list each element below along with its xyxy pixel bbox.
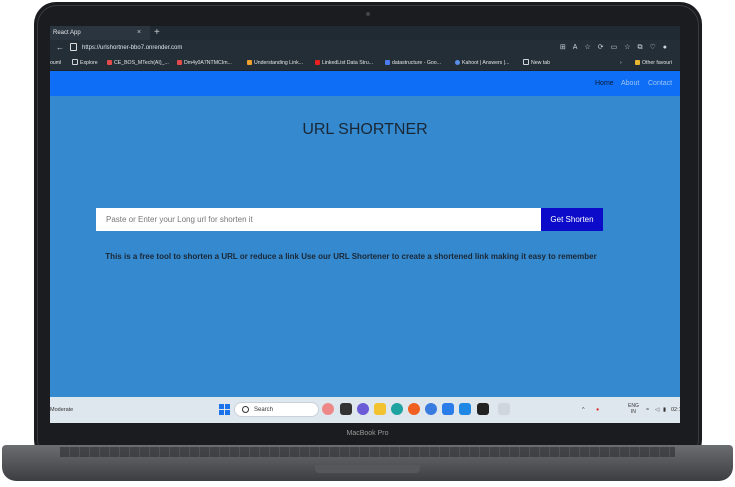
nav-about[interactable]: About (621, 71, 639, 96)
url-field[interactable]: https://urlshortner-bbo7.onrender.com (82, 40, 182, 56)
tool-description: This is a free tool to shorten a URL or … (105, 252, 597, 261)
get-shorten-button[interactable]: Get Shorten (541, 208, 603, 231)
bookmark-item[interactable]: New tab (523, 56, 550, 70)
chat-icon[interactable] (357, 403, 369, 415)
bookmark-item[interactable]: datastructure - Goo... (385, 56, 441, 70)
device-brand: MacBook Pro (346, 430, 389, 437)
weather-widget[interactable]: Moderate (50, 397, 73, 423)
task-view-icon[interactable] (340, 403, 352, 415)
chevron-up-icon[interactable]: ^ (582, 397, 585, 423)
bookmark-item[interactable]: ouml (50, 56, 61, 70)
site-icon (247, 60, 252, 65)
new-tab-button[interactable]: + (154, 26, 160, 39)
windows-start-icon[interactable] (219, 404, 230, 415)
language-indicator[interactable]: ENG IN (628, 403, 639, 415)
wifi-icon[interactable]: ≈ (646, 397, 649, 423)
youtube-icon (315, 60, 320, 65)
site-navbar: Home About Contact (50, 71, 680, 96)
file-explorer-icon[interactable] (374, 403, 386, 415)
bookmark-item[interactable]: Explore (72, 56, 98, 70)
vscode-icon[interactable] (459, 403, 471, 415)
pdf-icon (177, 60, 182, 65)
back-arrow-icon[interactable]: ← (56, 40, 64, 56)
browser-toolbar-icons[interactable]: ⊞A☆⟳▭☆⧉♡● (560, 40, 674, 56)
teams-icon[interactable] (442, 403, 454, 415)
browser-tab-strip: React App × + (50, 26, 680, 40)
search-label: Search (254, 407, 274, 413)
page-title: URL SHORTNER (302, 121, 428, 138)
close-tab-icon[interactable]: × (137, 26, 141, 40)
site-icon (455, 60, 460, 65)
nav-home[interactable]: Home (595, 71, 614, 96)
browser-tab[interactable]: React App × (50, 26, 150, 40)
nav-contact[interactable]: Contact (648, 71, 672, 96)
bookmarks-bar: ouml Explore CE_BOS_MTech(AI)_... Dm4y0A… (50, 56, 680, 71)
folder-icon (635, 60, 640, 65)
tab-title: React App (53, 30, 81, 36)
bookmark-item[interactable]: LinkedList Data Stru... (315, 56, 373, 70)
bookmark-item[interactable]: CE_BOS_MTech(AI)_... (107, 56, 169, 70)
other-favourites[interactable]: Other favouri (635, 56, 672, 70)
bookmark-item[interactable]: Dm4y0A7NTMCIm... (177, 56, 232, 70)
base-notch (315, 465, 420, 473)
bookmark-item[interactable]: Kahoot | Answers |... (455, 56, 509, 70)
antivirus-icon[interactable]: ● (596, 397, 599, 423)
keyboard-edge (60, 447, 675, 457)
bookmark-item[interactable]: Understanding Link... (247, 56, 303, 70)
taskbar-search[interactable]: Search (234, 402, 319, 417)
pdf-icon (107, 60, 112, 65)
clock[interactable]: 02:1 (671, 397, 680, 423)
firefox-icon[interactable] (408, 403, 420, 415)
long-url-input[interactable] (96, 208, 541, 231)
widget-icon[interactable] (322, 403, 334, 415)
page-icon (72, 59, 78, 65)
lock-icon[interactable] (70, 43, 77, 51)
address-bar: ← https://urlshortner-bbo7.onrender.com … (50, 40, 680, 56)
windows-taskbar: Moderate Search ^ ● ENG IN ≈ ◁ ▮ 02:1 (50, 397, 680, 423)
laptop-screen: React App × + ← https://urlshortner-bbo7… (50, 26, 680, 423)
snipping-tool-icon[interactable] (498, 403, 510, 415)
chrome-icon[interactable] (425, 403, 437, 415)
pycharm-icon[interactable] (477, 403, 489, 415)
chevron-right-icon[interactable]: › (620, 56, 622, 70)
tab-icon (523, 59, 529, 65)
search-icon (242, 406, 249, 413)
battery-icon[interactable]: ▮ (663, 397, 666, 423)
volume-icon[interactable]: ◁ (655, 397, 659, 423)
webcam (366, 12, 370, 16)
edge-icon[interactable] (391, 403, 403, 415)
docs-icon (385, 60, 390, 65)
